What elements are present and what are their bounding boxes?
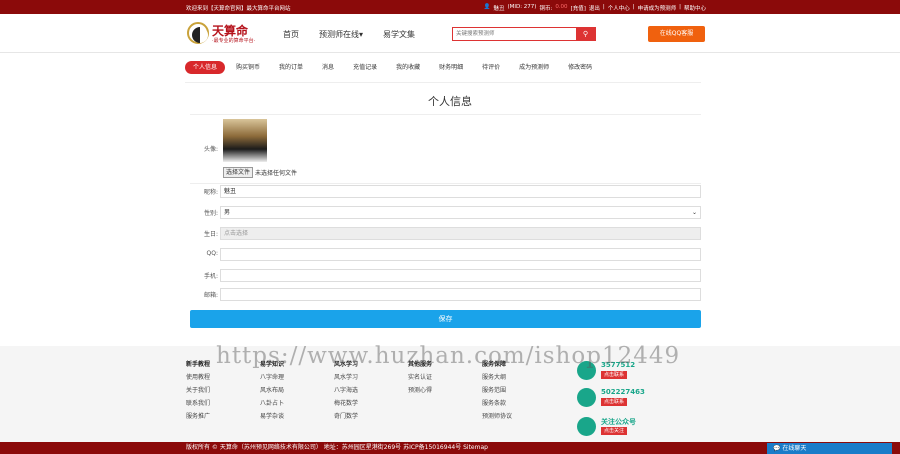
account-tabs: 个人信息 购买铜币 我的订单 消息 充值记录 我的收藏 财务明细 待评价 成为预… <box>185 61 600 74</box>
birthday-label: 生日: <box>203 231 218 238</box>
top-bar: 欢迎来到【天算命官网】最大算命平台网站 👤 魅丑 (MID: 277) 铜币: … <box>0 0 900 14</box>
online-chat-button[interactable]: 💬 在线聊天 <box>767 443 892 454</box>
phone-label: 手机: <box>203 273 218 280</box>
tab-buy-coins[interactable]: 购买铜币 <box>228 61 268 74</box>
site-logo[interactable]: 天算命 ·最专业的算命平台· <box>187 22 267 46</box>
bottom-bar: 版权所有 © 天算命（苏州预见网络技术有限公司） 地址：苏州园区星港街269号 … <box>0 442 900 454</box>
search-box: ⚲ <box>452 27 596 41</box>
save-button[interactable]: 保存 <box>190 310 701 328</box>
logout-link[interactable]: 退出 <box>589 4 600 12</box>
divider: | <box>602 4 605 10</box>
footer-link[interactable]: 预测师协议 <box>482 410 512 423</box>
qq-service-button[interactable]: 在线QQ客服 <box>648 26 705 42</box>
user-mid: (MID: 277) <box>507 4 537 10</box>
footer-link[interactable]: 易学杂谈 <box>260 410 284 423</box>
copyright: 版权所有 © 天算命（苏州预见网络技术有限公司） 地址：苏州园区星港街269号 … <box>186 444 488 451</box>
footer-link[interactable]: 风水学习 <box>334 371 358 384</box>
footer-col: 新手教程 使用教程 关于我们 联系我们 服务推广 <box>186 358 210 423</box>
chat-label: 在线聊天 <box>782 445 807 452</box>
qq-icon <box>577 388 596 407</box>
contact-button[interactable]: 点击联系 <box>601 371 628 379</box>
footer-col-title: 新手教程 <box>186 361 211 368</box>
footer-link[interactable]: 服务范围 <box>482 384 512 397</box>
recharge-link[interactable]: [充值] <box>571 4 586 12</box>
username-link[interactable]: 魅丑 <box>493 4 504 12</box>
yinyang-icon <box>192 27 208 43</box>
footer-link[interactable]: 服务大纲 <box>482 371 512 384</box>
footer-link[interactable]: 服务推广 <box>186 410 210 423</box>
divider: | <box>632 4 635 10</box>
file-status: 未选择任何文件 <box>255 170 298 177</box>
tab-finance[interactable]: 财务明细 <box>431 61 471 74</box>
qq-label: QQ: <box>206 250 218 257</box>
follow-label: 关注公众号 <box>601 418 636 426</box>
user-center-link[interactable]: 个人中心 <box>608 4 630 12</box>
header: 天算命 ·最专业的算命平台· 首页 预测师在线▾ 易学文集 ⚲ 在线QQ客服 <box>0 14 900 53</box>
nickname-label: 昵称: <box>203 189 218 196</box>
qq-number: 502227463 <box>601 388 645 396</box>
divider: | <box>679 4 681 10</box>
footer-link[interactable]: 风水布局 <box>260 384 284 397</box>
footer-link[interactable]: 使用教程 <box>186 371 210 384</box>
search-icon: ⚲ <box>582 30 589 38</box>
chevron-down-icon: ⌄ <box>691 209 697 216</box>
tab-messages[interactable]: 消息 <box>314 61 342 74</box>
tab-change-password[interactable]: 修改密码 <box>560 61 600 74</box>
qq-field[interactable] <box>220 248 701 261</box>
nav-home[interactable]: 首页 <box>283 29 299 40</box>
footer-link[interactable]: 八卦占卜 <box>260 397 284 410</box>
footer-link[interactable]: 八字命理 <box>260 371 284 384</box>
nav-articles[interactable]: 易学文集 <box>383 29 415 40</box>
divider <box>185 82 701 83</box>
tab-pending-review[interactable]: 待评价 <box>474 61 508 74</box>
qq-service-label: 在线QQ客服 <box>659 30 694 37</box>
phone-field[interactable] <box>220 269 701 282</box>
gender-label: 性别: <box>203 210 218 217</box>
tab-favorites[interactable]: 我的收藏 <box>388 61 428 74</box>
apply-predictor-link[interactable]: 申请成为预测师 <box>638 4 677 12</box>
birthday-field[interactable]: 点击选择 <box>220 227 701 240</box>
footer-link[interactable]: 梅花数学 <box>334 397 358 410</box>
tab-orders[interactable]: 我的订单 <box>271 61 311 74</box>
tab-profile[interactable]: 个人信息 <box>185 61 226 74</box>
user-bar: 👤 魅丑 (MID: 277) 铜币: 0.00 [充值] 退出 | 个人中心 … <box>484 4 706 12</box>
avatar-label: 头像: <box>203 146 218 153</box>
footer-link[interactable]: 预测心得 <box>408 384 432 397</box>
choose-file-button[interactable]: 选择文件 <box>223 167 254 178</box>
weibo-icon <box>577 417 596 436</box>
contact-button[interactable]: 点击联系 <box>601 398 628 406</box>
nav-predictors[interactable]: 预测师在线▾ <box>319 29 363 40</box>
gender-select[interactable]: 男 ⌄ <box>220 206 701 219</box>
email-field[interactable] <box>220 288 701 301</box>
help-center-link[interactable]: 帮助中心 <box>684 4 706 12</box>
follow-button[interactable]: 点击关注 <box>601 427 628 435</box>
caret-down-icon: ▾ <box>359 30 364 39</box>
main-nav: 首页 预测师在线▾ 易学文集 <box>283 29 415 40</box>
coins-label: 铜币: <box>539 6 553 12</box>
tab-recharge-records[interactable]: 充值记录 <box>345 61 385 74</box>
user-icon: 👤 <box>483 4 491 10</box>
logo-subtitle: ·最专业的算命平台· <box>212 38 256 44</box>
email-label: 邮箱: <box>203 292 218 299</box>
tab-become-predictor[interactable]: 成为预测师 <box>511 61 557 74</box>
footer-link[interactable]: 服务条款 <box>482 397 512 410</box>
footer-link[interactable]: 联系我们 <box>186 397 210 410</box>
nav-predictors-label: 预测师在线 <box>319 30 359 39</box>
avatar-row: 头像: 选择文件 未选择任何文件 <box>190 114 701 184</box>
chat-icon: 💬 <box>773 445 781 452</box>
nickname-field[interactable]: 魅丑 <box>220 185 701 198</box>
footer-link[interactable]: 实名认证 <box>408 371 432 384</box>
page-title: 个人信息 <box>428 95 472 108</box>
footer-link[interactable]: 八字海选 <box>334 384 358 397</box>
search-input[interactable] <box>453 28 579 40</box>
gender-value: 男 <box>224 209 231 216</box>
logo-emblem <box>187 22 209 44</box>
footer-link[interactable]: 奇门数学 <box>334 410 358 423</box>
welcome-text: 欢迎来到【天算命官网】最大算命平台网站 <box>186 6 291 12</box>
coins-value: 0.00 <box>555 4 568 10</box>
footer-link[interactable]: 关于我们 <box>186 384 210 397</box>
avatar <box>223 119 267 162</box>
search-button[interactable]: ⚲ <box>576 28 595 40</box>
watermark: https://www.huzhan.com/ishop12449 <box>216 343 681 369</box>
